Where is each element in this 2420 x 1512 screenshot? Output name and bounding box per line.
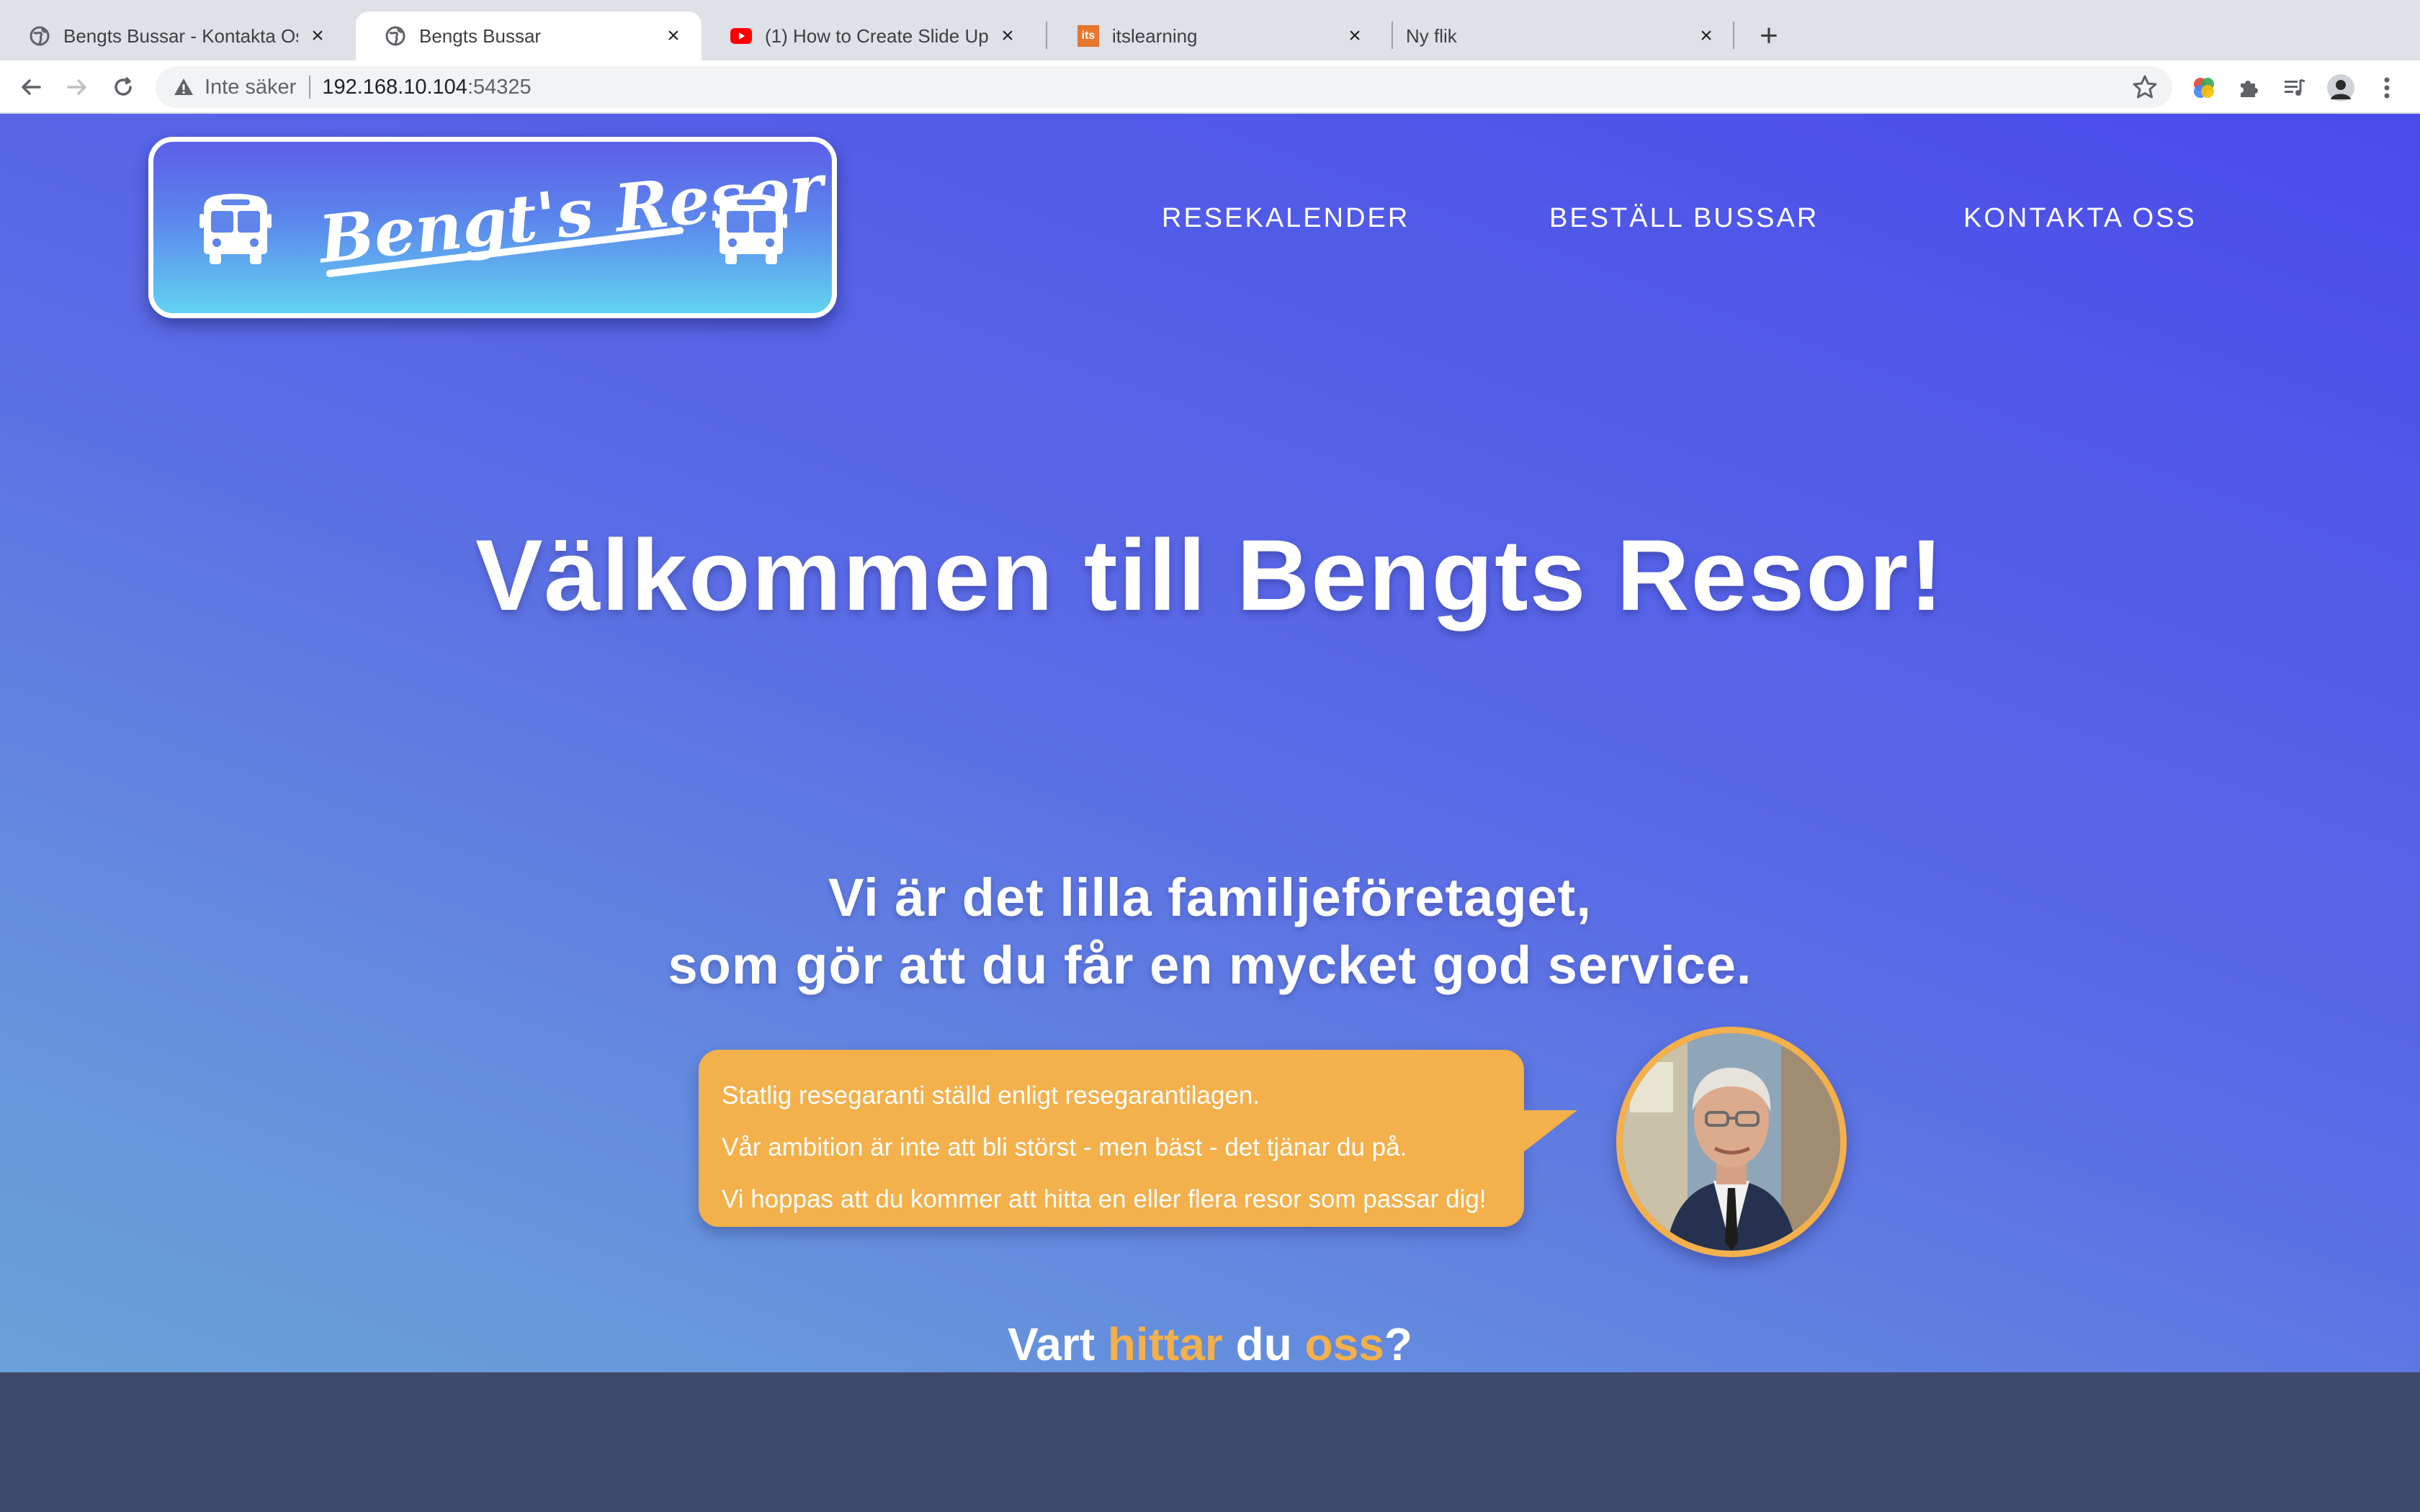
tab-title: itslearning xyxy=(1112,24,1198,47)
hero-subtitle: Vi är det lilla familjeföretaget, som gö… xyxy=(0,864,2420,999)
arrow-left-icon xyxy=(22,79,41,95)
url-host: 192.168.10.104 xyxy=(322,75,467,99)
hero-subtitle-line: som gör att du får en mycket god service… xyxy=(668,935,1752,995)
site-logo[interactable]: Bengt's Resor xyxy=(148,137,837,318)
footer-title-part: ? xyxy=(1384,1318,1412,1370)
more-menu-icon[interactable] xyxy=(2372,73,2401,102)
tab-strip: Bengts Bussar - Kontakta Oss × Bengts Bu… xyxy=(0,0,2420,60)
bubble-text: Statlig resegaranti ställd enligt resega… xyxy=(722,1081,1260,1110)
tab-ny-flik[interactable]: Ny flik × xyxy=(1396,12,1734,60)
url-port: :54325 xyxy=(467,75,532,99)
tab-title: Ny flik xyxy=(1406,24,1457,47)
address-bar[interactable]: Inte säker 192.168.10.104 :54325 xyxy=(156,66,2172,108)
nav-resekalender[interactable]: RESEKALENDER xyxy=(1162,203,1410,234)
profile-avatar[interactable] xyxy=(2326,73,2355,102)
new-tab-button[interactable]: + xyxy=(1752,18,1786,53)
speech-bubble-tail xyxy=(1512,1110,1577,1161)
logo-text: Bengt's Resor xyxy=(315,149,828,279)
back-button[interactable] xyxy=(14,71,48,104)
bus-icon xyxy=(200,194,272,264)
bubble-text: Vi hoppas att du kommer att hitta en ell… xyxy=(722,1185,1487,1213)
footer-title-highlight: oss xyxy=(1304,1318,1384,1370)
close-icon[interactable]: × xyxy=(1343,24,1367,48)
tab-kontakta-oss[interactable]: Bengts Bussar - Kontakta Oss × xyxy=(0,12,346,60)
web-page: Bengt's Resor RESEKALENDER BESTÄLL BUSSA… xyxy=(0,114,2420,1512)
tab-itslearning[interactable]: its itslearning × xyxy=(1049,12,1383,60)
youtube-icon xyxy=(730,25,752,47)
itslearning-icon: its xyxy=(1077,25,1099,47)
owner-portrait xyxy=(1616,1027,1847,1257)
footer-title: Vart hittar du oss? xyxy=(0,1318,2420,1371)
footer-title-part: du xyxy=(1222,1318,1305,1370)
divider xyxy=(309,76,311,99)
bookmark-star-icon[interactable] xyxy=(2132,74,2158,100)
reload-button[interactable] xyxy=(107,71,140,104)
media-queue-icon[interactable] xyxy=(2280,73,2309,102)
globe-icon xyxy=(385,25,406,47)
footer-title-part: Vart xyxy=(1008,1318,1108,1370)
tab-youtube[interactable]: (1) How to Create Slide Up Ani × xyxy=(702,12,1036,60)
tab-separator xyxy=(1733,22,1734,49)
tab-title: Bengts Bussar xyxy=(419,24,542,47)
tab-separator xyxy=(1046,22,1047,49)
warning-icon xyxy=(174,78,193,95)
tab-separator xyxy=(1392,22,1393,49)
globe-icon xyxy=(29,25,50,47)
tab-title: (1) How to Create Slide Up Ani xyxy=(765,24,988,47)
footer-section xyxy=(0,1372,2420,1512)
arrow-right-icon xyxy=(67,79,86,95)
security-label[interactable]: Inte säker xyxy=(205,76,296,99)
nav-kontakta-oss[interactable]: KONTAKTA OSS xyxy=(1963,203,2197,234)
hero-subtitle-line: Vi är det lilla familjeföretaget, xyxy=(828,868,1592,927)
close-icon[interactable]: × xyxy=(995,24,1020,48)
close-icon[interactable]: × xyxy=(661,24,686,48)
footer-title-highlight: hittar xyxy=(1107,1318,1223,1370)
bubble-text: Vår ambition är inte att bli störst - me… xyxy=(722,1133,1407,1161)
bus-icon xyxy=(715,194,787,264)
speech-bubble: Statlig resegaranti ställd enligt resega… xyxy=(699,1050,1524,1227)
close-icon[interactable]: × xyxy=(1694,24,1718,48)
tab-bengts-bussar[interactable]: Bengts Bussar × xyxy=(356,12,702,60)
color-extension-icon[interactable] xyxy=(2190,73,2218,102)
hero-title: Välkommen till Bengts Resor! xyxy=(475,518,1945,631)
puzzle-extensions-icon[interactable] xyxy=(2234,73,2263,102)
reload-icon xyxy=(115,76,132,96)
browser-toolbar: Inte säker 192.168.10.104 :54325 xyxy=(0,60,2420,114)
forward-button[interactable] xyxy=(60,71,94,104)
close-icon[interactable]: × xyxy=(305,24,330,48)
tab-title: Bengts Bussar - Kontakta Oss xyxy=(63,24,298,47)
nav-bestall-bussar[interactable]: BESTÄLL BUSSAR xyxy=(1549,203,1819,234)
